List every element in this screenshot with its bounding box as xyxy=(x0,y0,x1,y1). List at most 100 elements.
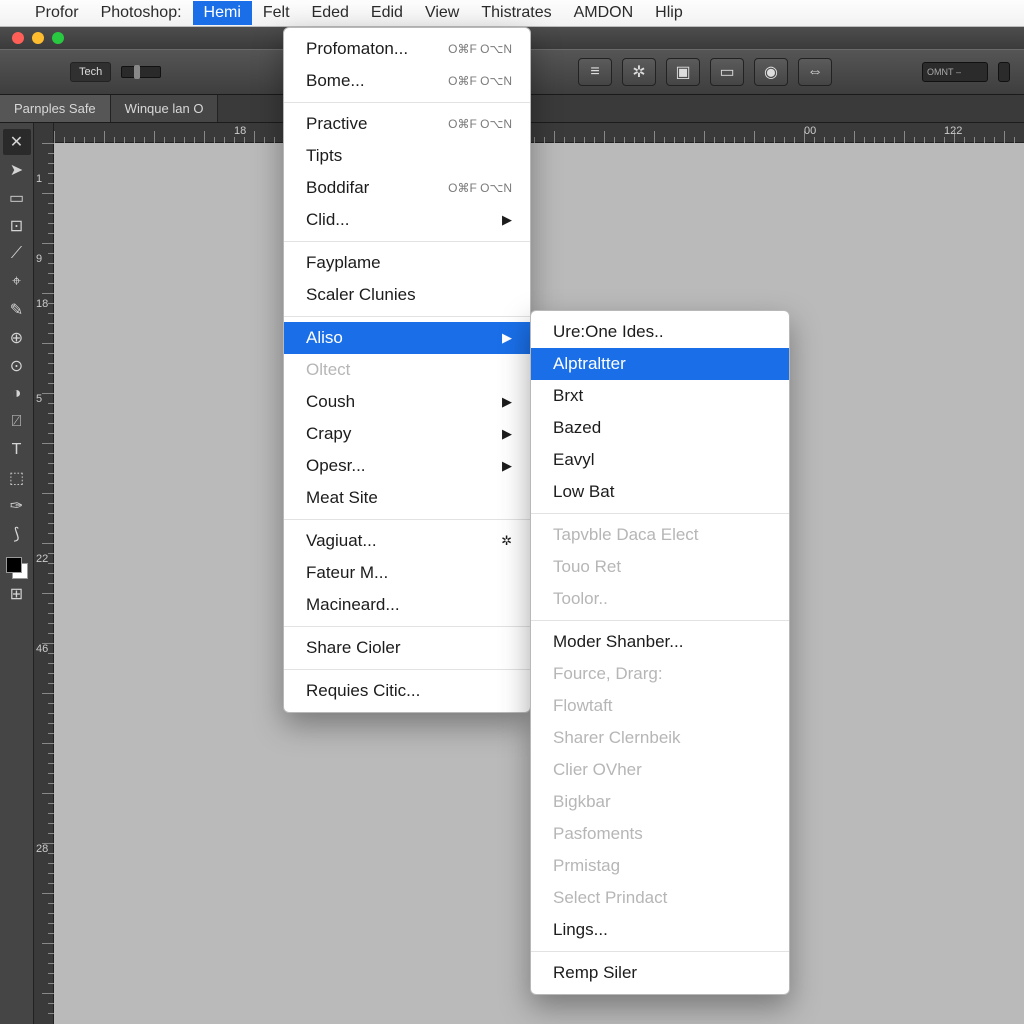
menu-item: Oltect xyxy=(284,354,530,386)
menu-item[interactable]: Meat Site xyxy=(284,482,530,514)
tool-button[interactable]: ▭ xyxy=(3,185,31,211)
menubar-item-eded[interactable]: Eded xyxy=(301,1,360,25)
main-dropdown-menu: Profomaton...O⌘F O⌥NBome...O⌘F O⌥NPracti… xyxy=(283,27,531,713)
menu-item[interactable]: Eavyl xyxy=(531,444,789,476)
options-slider[interactable] xyxy=(121,66,161,78)
document-tab[interactable]: Winque lan O xyxy=(111,95,219,122)
menu-item[interactable]: PractiveO⌘F O⌥N xyxy=(284,108,530,140)
window-zoom-button[interactable] xyxy=(52,32,64,44)
menu-item: Select Prindact xyxy=(531,882,789,914)
menu-item-label: Pasfoments xyxy=(553,824,771,844)
menu-item[interactable]: Clid... ▶ xyxy=(284,204,530,236)
menu-item[interactable]: Low Bat xyxy=(531,476,789,508)
tool-button[interactable]: ⊕ xyxy=(3,325,31,351)
menu-item: Bigkbar xyxy=(531,786,789,818)
menubar-item-edid[interactable]: Edid xyxy=(360,1,414,25)
menubar-item-photoshop[interactable]: Photoshop: xyxy=(90,1,193,25)
menu-item[interactable]: Bazed xyxy=(531,412,789,444)
menu-item: Fource, Drarg: xyxy=(531,658,789,690)
menu-item-label: Bazed xyxy=(553,418,771,438)
menu-item-label: Coush xyxy=(306,392,472,412)
menu-item-label: Low Bat xyxy=(553,482,771,502)
menu-item[interactable]: Boddifar O⌘F O⌥N xyxy=(284,172,530,204)
tool-button[interactable]: ➤ xyxy=(3,157,31,183)
menu-item-label: Boddifar xyxy=(306,178,418,198)
options-small-readout[interactable]: OMNT – xyxy=(922,62,988,82)
document-tab[interactable]: Parnples Safe xyxy=(0,95,111,122)
menu-item: Touo Ret xyxy=(531,551,789,583)
options-minimize-stub[interactable] xyxy=(998,62,1010,82)
tool-button[interactable]: ⊙ xyxy=(3,353,31,379)
tool-button[interactable]: ⬚ xyxy=(3,465,31,491)
tool-button[interactable]: ⟋ xyxy=(3,241,31,267)
menu-item[interactable]: Opesr...▶ xyxy=(284,450,530,482)
menu-item-label: Brxt xyxy=(553,386,771,406)
quickmask-button[interactable]: ⊞ xyxy=(3,581,31,607)
menu-item-label: Crapy xyxy=(306,424,472,444)
menu-item-label: Vagiuat... xyxy=(306,531,471,551)
menu-item[interactable]: Vagiuat...✲ xyxy=(284,525,530,557)
tool-button[interactable]: ✑ xyxy=(3,493,31,519)
menu-item-label: Fateur M... xyxy=(306,563,512,583)
ruler-vertical[interactable]: 19185224628 xyxy=(34,123,54,1024)
menu-item[interactable]: Macineard... xyxy=(284,589,530,621)
tool-button[interactable]: ✎ xyxy=(3,297,31,323)
menu-item[interactable]: Scaler Clunies xyxy=(284,279,530,311)
menubar-item-view[interactable]: View xyxy=(414,1,470,25)
menu-item-shortcut: O⌘F O⌥N xyxy=(448,43,512,56)
menu-item-shortcut: O⌘F O⌥N xyxy=(448,182,512,195)
tool-button[interactable]: ⊡ xyxy=(3,213,31,239)
menu-item-label: Practive xyxy=(306,114,418,134)
menu-item[interactable]: Moder Shanber... xyxy=(531,626,789,658)
menu-item[interactable]: Fayplame xyxy=(284,247,530,279)
options-sound-icon[interactable]: ◉ xyxy=(754,58,788,86)
menu-item[interactable]: Crapy▶ xyxy=(284,418,530,450)
menu-item[interactable]: Remp Siler xyxy=(531,957,789,989)
window-close-button[interactable] xyxy=(12,32,24,44)
ruler-v-label: 1 xyxy=(36,173,42,185)
options-label: Tech xyxy=(70,62,111,82)
menu-item-label: Scaler Clunies xyxy=(306,285,512,305)
tool-button[interactable]: ⟆ xyxy=(3,521,31,547)
tool-button[interactable]: ◑ xyxy=(3,381,31,407)
ruler-v-label: 18 xyxy=(36,298,48,310)
tool-button[interactable]: ⌖ xyxy=(3,269,31,295)
menu-item[interactable]: Requies Citic... xyxy=(284,675,530,707)
menu-item[interactable]: Coush▶ xyxy=(284,386,530,418)
ruler-h-label: 122 xyxy=(944,125,962,137)
menu-item[interactable]: Bome...O⌘F O⌥N xyxy=(284,65,530,97)
submenu-arrow-icon: ▶ xyxy=(502,212,512,228)
menu-item-label: Bigkbar xyxy=(553,792,771,812)
menu-item[interactable]: Aliso▶ xyxy=(284,322,530,354)
menu-item: Prmistag xyxy=(531,850,789,882)
menu-item[interactable]: Ure:One Ides.. xyxy=(531,316,789,348)
menu-item[interactable]: Tipts xyxy=(284,140,530,172)
menu-item-label: Clid... xyxy=(306,210,472,230)
ruler-horizontal[interactable]: 1800122 xyxy=(54,123,1024,143)
menu-item[interactable]: Alptraltter xyxy=(531,348,789,380)
menu-item[interactable]: Profomaton...O⌘F O⌥N xyxy=(284,33,530,65)
menu-item[interactable]: Fateur M... xyxy=(284,557,530,589)
options-screen-icon[interactable]: ▭ xyxy=(710,58,744,86)
menubar-item-profor[interactable]: Profor xyxy=(24,1,90,25)
tool-button[interactable]: ✕ xyxy=(3,129,31,155)
menu-item-label: Meat Site xyxy=(306,488,512,508)
options-arrows-icon[interactable]: ⇔ xyxy=(798,58,832,86)
color-swatch[interactable] xyxy=(6,557,28,579)
tool-button[interactable]: T xyxy=(3,437,31,463)
menubar-item-amdon[interactable]: AMDON xyxy=(563,1,645,25)
options-gear-icon[interactable]: ✲ xyxy=(622,58,656,86)
menu-item[interactable]: Brxt xyxy=(531,380,789,412)
menu-item-label: Bome... xyxy=(306,71,418,91)
menubar-item-thistrates[interactable]: Thistrates xyxy=(470,1,562,25)
menu-item-label: Flowtaft xyxy=(553,696,771,716)
menu-item[interactable]: Lings... xyxy=(531,914,789,946)
menubar-item-felt[interactable]: Felt xyxy=(252,1,301,25)
window-minimize-button[interactable] xyxy=(32,32,44,44)
options-camera-icon[interactable]: ▣ xyxy=(666,58,700,86)
menubar-item-hlip[interactable]: Hlip xyxy=(644,1,694,25)
options-menu-icon[interactable]: ≡ xyxy=(578,58,612,86)
menubar-item-hemi[interactable]: Hemi xyxy=(193,1,252,25)
menu-item[interactable]: Share Cioler xyxy=(284,632,530,664)
tool-button[interactable]: ⍁ xyxy=(3,409,31,435)
